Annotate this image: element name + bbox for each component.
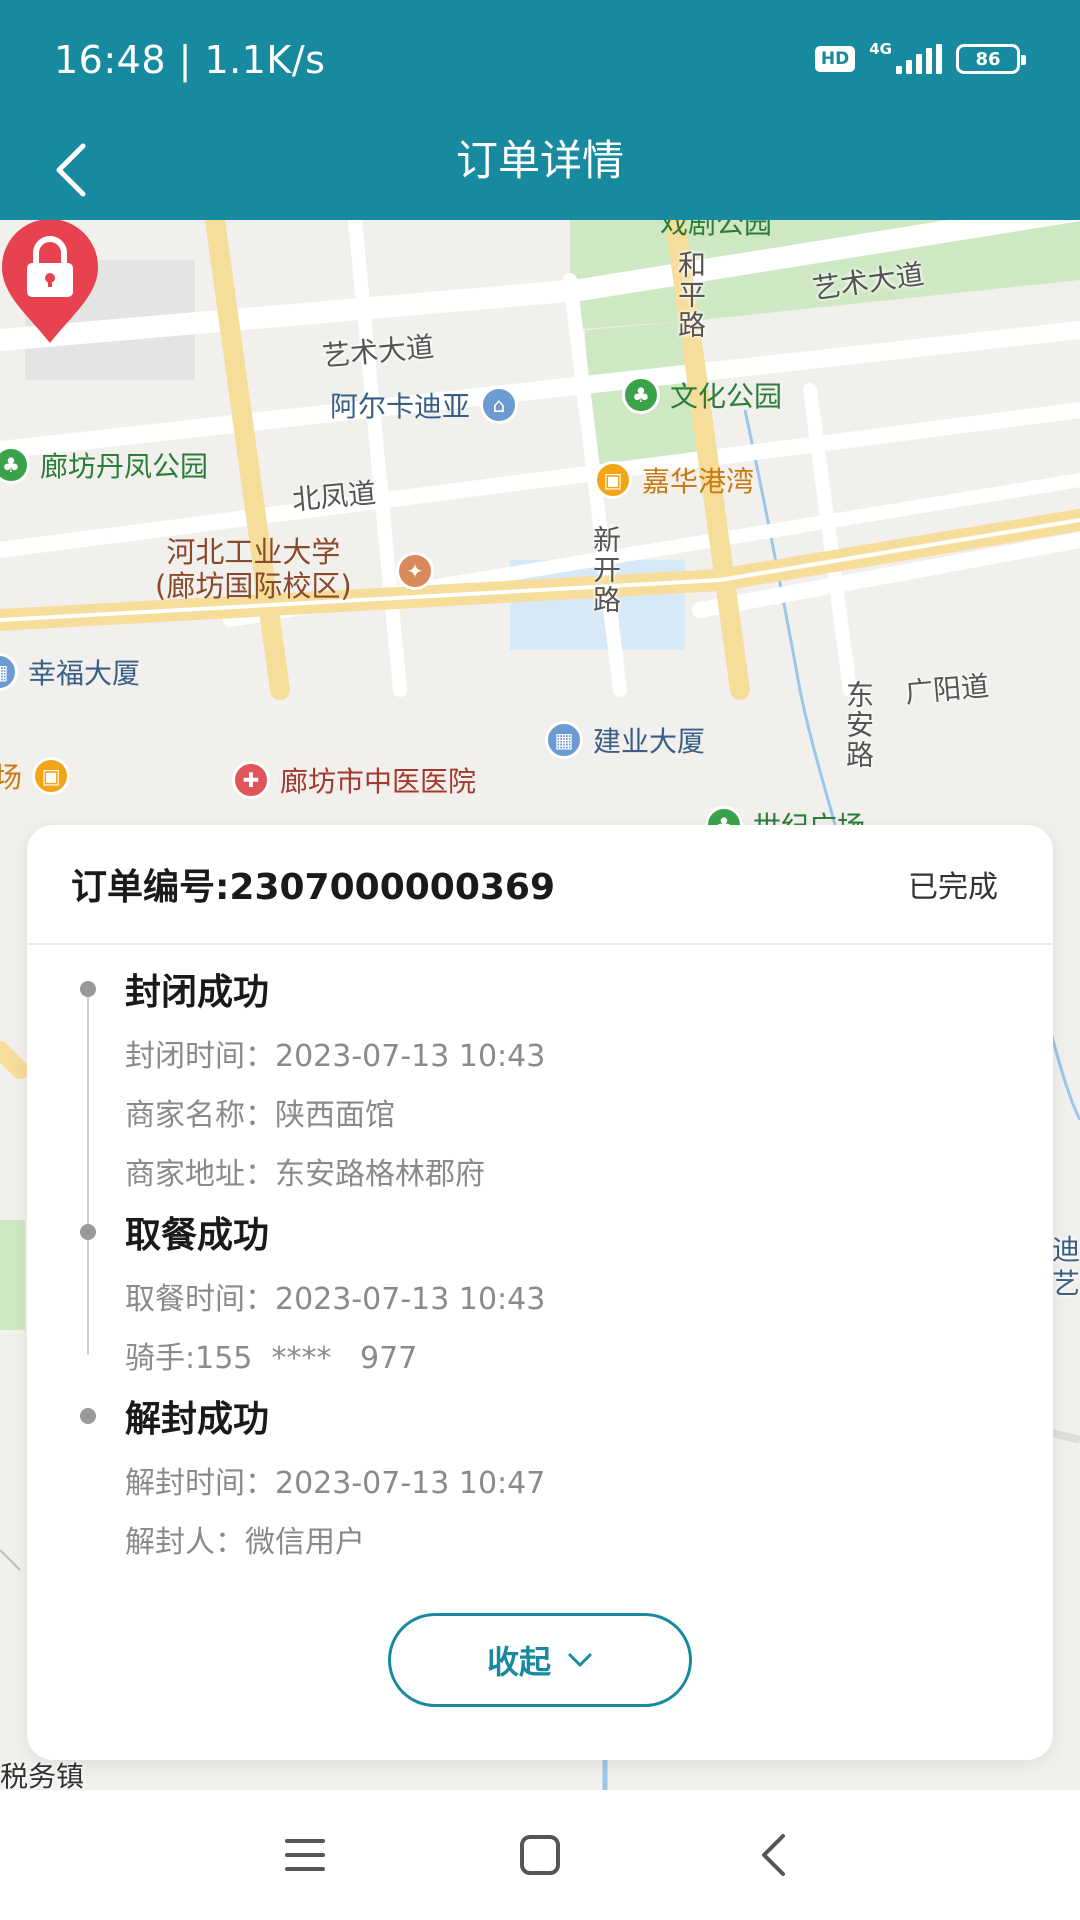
step-detail: 取餐时间：2023-07-13 10:43 bbox=[125, 1282, 546, 1317]
poi-label: 幸福大厦 bbox=[28, 657, 141, 690]
order-detail-card: 订单编号:2307000000369 已完成 封闭成功 封闭时间：2023-07… bbox=[27, 825, 1053, 1760]
timeline-line bbox=[87, 985, 89, 1355]
poi-label: 廊坊丹凤公园 bbox=[40, 450, 209, 483]
poi-sublabel: (廊坊国际校区) bbox=[155, 569, 352, 603]
poi-label: 廊坊市中医医院 bbox=[280, 765, 477, 798]
road-label-dongan: 东安路 bbox=[842, 680, 875, 770]
poi-xingfu[interactable]: ▦ 幸福大厦 bbox=[0, 652, 140, 692]
app-header: 16:48 | 1.1K/s HD 4G 86 订单详情 bbox=[0, 0, 1080, 220]
order-number: 订单编号:2307000000369 bbox=[71, 867, 556, 908]
poi-label: 建业大厦 bbox=[593, 725, 706, 758]
poi-culture-park[interactable]: ♣ 文化公园 bbox=[622, 375, 782, 415]
poi-jianye[interactable]: ▦ 建业大厦 bbox=[545, 720, 705, 760]
school-icon: ✦ bbox=[396, 552, 434, 590]
road-label-heping: 和平路 bbox=[674, 250, 707, 340]
network-type: 4G bbox=[869, 40, 892, 58]
status-icons: HD 4G 86 bbox=[814, 40, 1026, 74]
step-detail: 商家地址：东安路格林郡府 bbox=[125, 1157, 485, 1192]
poi-danfeng-park[interactable]: ♣ 廊坊丹凤公园 bbox=[0, 445, 208, 485]
road-label-guangyang: 广阳道 bbox=[903, 669, 991, 710]
poi-label: 场 bbox=[0, 761, 23, 794]
poi-label: 嘉华港湾 bbox=[642, 465, 755, 498]
shopping-icon: ▣ bbox=[32, 757, 71, 795]
road-label-beifeng: 北凤道 bbox=[290, 476, 378, 517]
tree-icon: ♣ bbox=[622, 376, 660, 414]
poi-label: 文化公园 bbox=[670, 380, 783, 413]
poi-park-top[interactable]: 戏剧公园 bbox=[660, 220, 772, 242]
hd-icon: HD bbox=[814, 46, 856, 72]
status-bar: 16:48 | 1.1K/s HD 4G 86 bbox=[0, 0, 1080, 125]
tree-icon: ♣ bbox=[0, 446, 30, 484]
recent-apps-button[interactable] bbox=[265, 1820, 345, 1890]
map-label-bottom-left: 税务镇 bbox=[0, 1760, 85, 1790]
status-time: 16:48 | 1.1K/s bbox=[54, 38, 326, 82]
lock-marker[interactable] bbox=[0, 220, 100, 345]
system-back-button[interactable] bbox=[733, 1820, 813, 1890]
step-title: 解封成功 bbox=[125, 1399, 270, 1440]
road-label-xinkai: 新开路 bbox=[589, 525, 622, 615]
poi-label: 阿尔卡迪亚 bbox=[330, 390, 471, 423]
step-title: 取餐成功 bbox=[125, 1215, 270, 1256]
step-title: 封闭成功 bbox=[125, 972, 270, 1013]
order-header: 订单编号:2307000000369 已完成 bbox=[27, 825, 1053, 945]
chevron-left-icon bbox=[762, 1834, 785, 1876]
home-icon: ⌂ bbox=[480, 386, 519, 424]
step-detail: 封闭时间：2023-07-13 10:43 bbox=[125, 1039, 546, 1074]
poi-jiahua[interactable]: ▣ 嘉华港湾 bbox=[594, 460, 754, 500]
collapse-button[interactable]: 收起 bbox=[388, 1613, 692, 1707]
shopping-icon: ▣ bbox=[594, 461, 632, 499]
step-detail: 骑手:155 **** 977 bbox=[125, 1341, 418, 1376]
order-status: 已完成 bbox=[908, 870, 998, 905]
timeline-dot bbox=[80, 1224, 96, 1240]
timeline-dot bbox=[80, 981, 96, 997]
poi-left-partial[interactable]: 场 ▣ bbox=[0, 756, 71, 796]
step-detail: 商家名称：陕西面馆 bbox=[125, 1098, 395, 1133]
poi-arcadia[interactable]: 阿尔卡迪亚 ⌂ bbox=[330, 385, 519, 425]
battery-level: 86 bbox=[975, 48, 1001, 70]
battery-icon: 86 bbox=[956, 44, 1026, 74]
system-nav-bar bbox=[0, 1790, 1080, 1920]
timeline-dot bbox=[80, 1408, 96, 1424]
step-detail: 解封时间：2023-07-13 10:47 bbox=[125, 1466, 546, 1501]
hospital-icon: ✚ bbox=[232, 761, 270, 799]
building-icon: ▦ bbox=[0, 653, 18, 691]
map-label-right-2: 艺设 bbox=[1052, 1267, 1080, 1300]
step-detail: 解封人：微信用户 bbox=[125, 1525, 365, 1560]
collapse-label: 收起 bbox=[486, 1643, 551, 1681]
poi-hebei-university[interactable]: 河北工业大学 (廊坊国际校区) bbox=[155, 535, 352, 603]
menu-icon bbox=[285, 1839, 325, 1871]
poi-hospital[interactable]: ✚ 廊坊市中医医院 bbox=[232, 760, 476, 800]
poi-label: 河北工业大学 bbox=[166, 535, 341, 569]
square-icon bbox=[520, 1835, 560, 1875]
home-button[interactable] bbox=[500, 1820, 580, 1890]
poi-label: 戏剧公园 bbox=[660, 220, 773, 240]
signal-icon bbox=[896, 44, 942, 74]
page-title: 订单详情 bbox=[455, 136, 624, 185]
nav-bar: 订单详情 bbox=[0, 125, 1080, 220]
building-icon: ▦ bbox=[545, 721, 583, 759]
chevron-down-icon bbox=[568, 1653, 592, 1667]
